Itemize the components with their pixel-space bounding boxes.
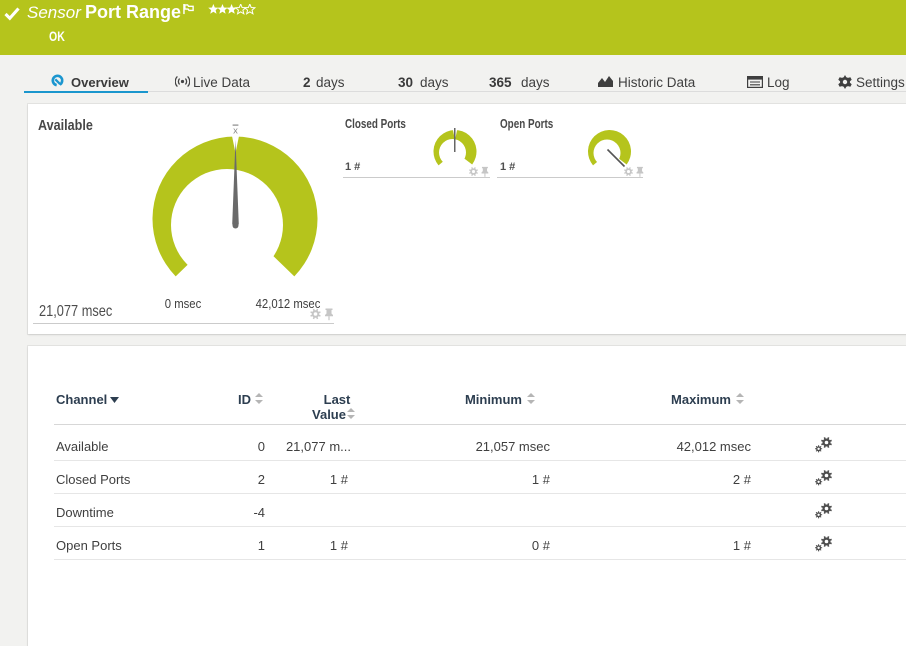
svg-text:x: x xyxy=(233,125,238,136)
